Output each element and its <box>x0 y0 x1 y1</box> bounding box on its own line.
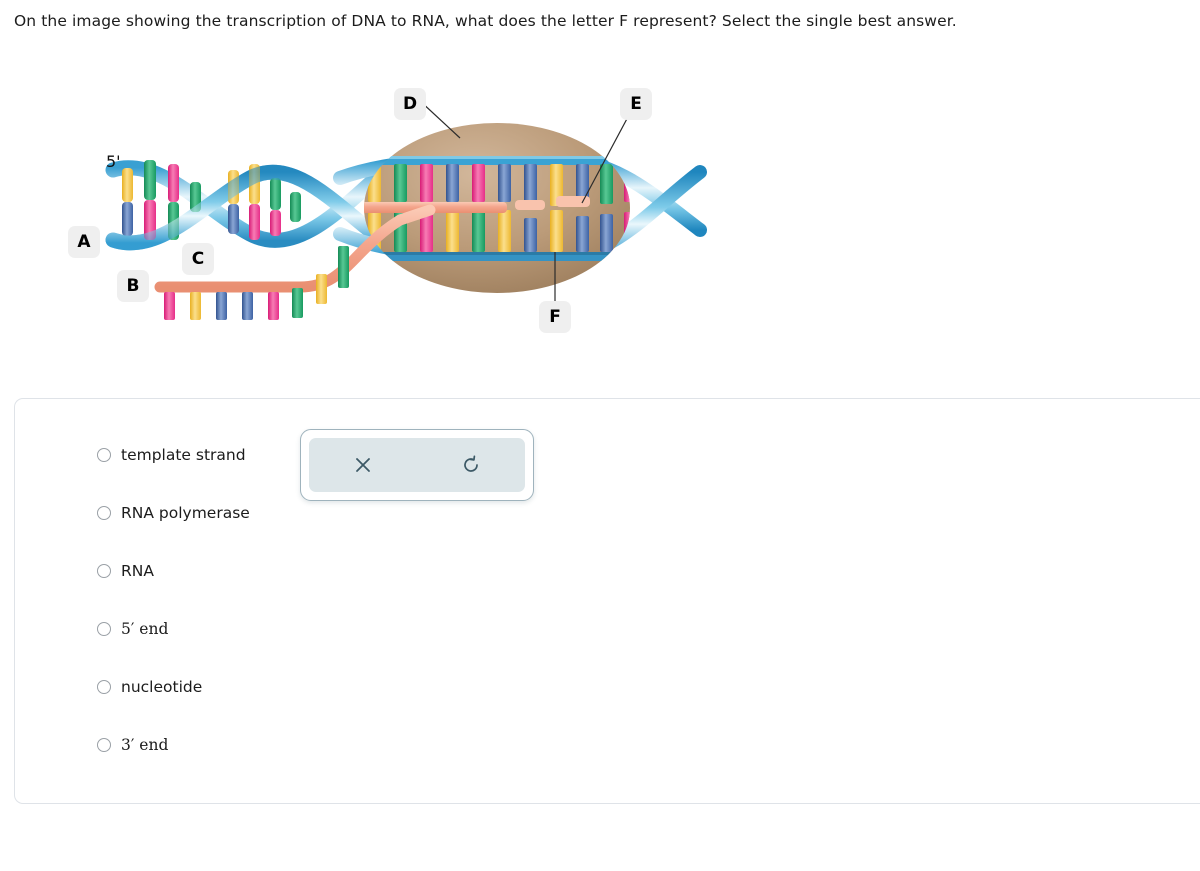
answer-option-label: RNA <box>121 562 154 580</box>
radio-button-rna[interactable] <box>97 564 111 578</box>
transcription-diagram: 5' A B C D E F <box>0 60 760 360</box>
answer-option-nucleotide[interactable]: nucleotide <box>97 675 250 699</box>
five-prime-marker: 5' <box>106 152 121 171</box>
figure-label-a-text: A <box>77 232 91 252</box>
answer-option-3-prime-end[interactable]: 3′ end <box>97 733 250 757</box>
figure-label-a[interactable]: A <box>68 226 100 258</box>
figure-label-f-text: F <box>549 307 561 327</box>
figure-label-b-text: B <box>126 276 140 296</box>
radio-button-template-strand[interactable] <box>97 448 111 462</box>
answer-option-rna-polymerase[interactable]: RNA polymerase <box>97 501 250 525</box>
answer-card: template strand RNA polymerase RNA 5′ en… <box>14 398 1200 804</box>
figure-label-c-text: C <box>191 249 205 269</box>
figure-label-d[interactable]: D <box>394 88 426 120</box>
refresh-ccw-icon <box>460 454 482 476</box>
close-button[interactable] <box>309 438 417 492</box>
figure-label-e-text: E <box>630 94 642 114</box>
floating-toolbar <box>300 429 534 501</box>
figure-label-c[interactable]: C <box>182 243 214 275</box>
answer-option-label: 3′ end <box>121 736 169 754</box>
figure-label-b[interactable]: B <box>117 270 149 302</box>
answer-options-list: template strand RNA polymerase RNA 5′ en… <box>97 443 250 791</box>
radio-button-rna-polymerase[interactable] <box>97 506 111 520</box>
page-root: On the image showing the transcription o… <box>0 0 1200 871</box>
answer-option-rna[interactable]: RNA <box>97 559 250 583</box>
answer-option-label: RNA polymerase <box>121 504 250 522</box>
answer-option-label: template strand <box>121 446 246 464</box>
answer-option-label: 5′ end <box>121 620 169 638</box>
answer-option-template-strand[interactable]: template strand <box>97 443 250 467</box>
answer-option-5-prime-end[interactable]: 5′ end <box>97 617 250 641</box>
radio-button-3-prime-end[interactable] <box>97 738 111 752</box>
radio-button-5-prime-end[interactable] <box>97 622 111 636</box>
figure-label-e[interactable]: E <box>620 88 652 120</box>
answer-option-label: nucleotide <box>121 678 203 696</box>
toolbar-panel <box>309 438 525 492</box>
figure-label-f[interactable]: F <box>539 301 571 333</box>
radio-button-nucleotide[interactable] <box>97 680 111 694</box>
close-icon <box>353 455 373 475</box>
reset-button[interactable] <box>417 438 525 492</box>
figure-label-d-text: D <box>402 94 418 114</box>
question-prompt: On the image showing the transcription o… <box>14 12 957 30</box>
